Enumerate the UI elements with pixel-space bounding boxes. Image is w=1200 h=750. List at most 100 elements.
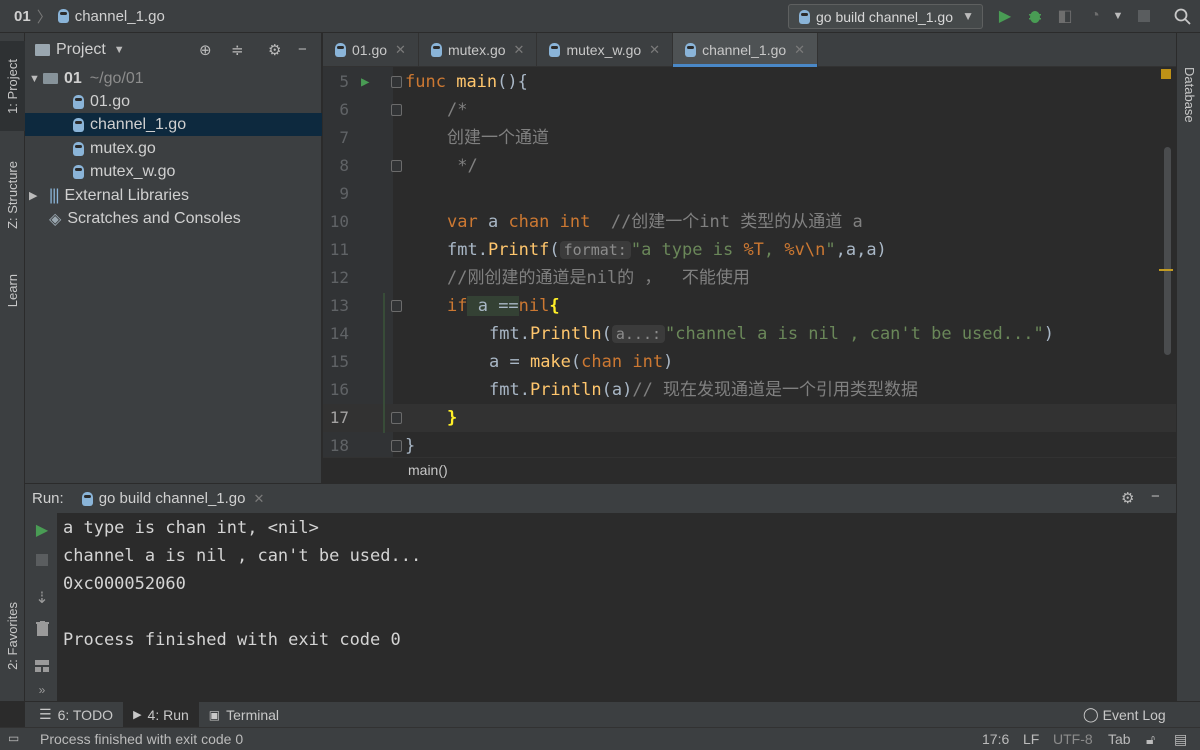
line-separator[interactable]: LF — [1023, 731, 1039, 747]
close-icon[interactable]: ✕ — [794, 42, 805, 58]
code-line: 6 /* — [323, 96, 1176, 124]
database-tool-tab-label: Database — [1182, 67, 1197, 123]
event-log-button[interactable]: ◯ Event Log — [1073, 702, 1176, 728]
caret-position[interactable]: 17:6 — [982, 731, 1009, 747]
indent-setting[interactable]: Tab — [1108, 731, 1131, 747]
database-tool-tab[interactable]: Database — [1177, 55, 1200, 135]
locate-icon[interactable]: ⊕ — [199, 41, 212, 59]
code-text: a = make(chan int) — [489, 352, 674, 372]
stop-icon[interactable] — [33, 551, 51, 569]
line-number: 13 — [329, 296, 349, 315]
breadcrumb: 01 〉 channel_1.go — [0, 6, 165, 27]
breadcrumb-project[interactable]: 01 — [14, 8, 31, 25]
fold-marker-icon[interactable] — [391, 76, 402, 88]
fold-marker-icon[interactable] — [391, 160, 402, 172]
tree-root-folder[interactable]: ▼ 01 ~/go/01 — [25, 67, 322, 90]
console-line: a type is chan int, <nil> — [63, 518, 319, 538]
status-toggle-icon[interactable]: ▭ — [8, 731, 19, 745]
run-toolbar: ▶ ⇣ » — [25, 513, 58, 701]
code-line: 8 */ — [323, 152, 1176, 180]
tree-file-item-selected[interactable]: channel_1.go — [25, 113, 322, 136]
learn-tool-tab[interactable]: Learn — [0, 261, 25, 321]
collapse-all-icon[interactable]: ≑ — [231, 41, 244, 59]
trash-icon[interactable] — [33, 619, 51, 637]
project-tool-tab-label: 1: Project — [5, 58, 20, 114]
warning-marker[interactable] — [1161, 69, 1171, 79]
tree-external-libraries[interactable]: ▶ ||| External Libraries — [25, 184, 322, 207]
file-name: channel_1.go — [90, 115, 187, 133]
close-icon[interactable]: ✕ — [253, 491, 264, 507]
close-icon[interactable]: ✕ — [649, 42, 660, 58]
scratches-label: Scratches and Consoles — [67, 209, 241, 227]
editor-tabs: 01.go ✕ mutex.go ✕ mutex_w.go ✕ channel_… — [323, 33, 1176, 67]
tab-mutex-go[interactable]: mutex.go ✕ — [419, 33, 538, 66]
lock-icon[interactable]: 🔓︎ — [1146, 731, 1155, 748]
tree-file-item[interactable]: 01.go — [25, 90, 322, 113]
coverage-icon[interactable]: ◧ — [1055, 6, 1075, 26]
tree-file-item[interactable]: mutex_w.go — [25, 160, 322, 183]
structure-tool-tab[interactable]: Z: Structure — [0, 145, 25, 245]
run-gutter-icon[interactable]: ▶ — [361, 68, 369, 96]
editor-breadcrumb-bar: main() — [323, 457, 1176, 483]
tab-run[interactable]: ▶ 4: Run — [123, 701, 199, 728]
line-number: 7 — [339, 128, 349, 147]
gear-icon[interactable]: ⚙ — [1121, 489, 1134, 507]
fold-marker-icon[interactable] — [391, 300, 402, 312]
tab-mutex-w-go[interactable]: mutex_w.go ✕ — [537, 33, 674, 66]
chevron-down-icon[interactable]: ▼ — [1108, 6, 1128, 26]
fold-marker-icon[interactable] — [391, 412, 402, 424]
stop-icon[interactable] — [1134, 6, 1154, 26]
tab-01-go[interactable]: 01.go ✕ — [323, 33, 419, 66]
minimize-icon[interactable]: − — [298, 41, 307, 58]
search-icon[interactable] — [1172, 6, 1192, 26]
code-line: 11 fmt.Printf(format: "a type is %T, %v\n… — [323, 236, 1176, 264]
code-line: 10 var a chan int //创建一个int 类型的从通道 a — [323, 208, 1176, 236]
scroll-to-end-icon[interactable]: ⇣ — [33, 589, 51, 607]
run-icon[interactable]: ▶ — [995, 6, 1015, 26]
code-line: 18 } — [323, 432, 1176, 460]
fold-marker-icon[interactable] — [391, 440, 402, 452]
layout-icon[interactable] — [33, 657, 51, 675]
gear-icon[interactable]: ⚙ — [268, 41, 281, 59]
console-line: 0xc000052060 — [63, 574, 186, 594]
code-editor[interactable]: 5 ▶ func main(){ 6 /* 7 创建一个通道 8 */ 9 10… — [323, 67, 1176, 483]
line-number: 15 — [329, 352, 349, 371]
project-tool-tab[interactable]: 1: Project — [0, 41, 25, 131]
close-icon[interactable]: ✕ — [514, 42, 525, 58]
code-text: fmt.Println(a)// 现在发现通道是一个引用类型数据 — [489, 380, 919, 400]
more-icon[interactable]: » — [33, 681, 51, 699]
breadcrumb-separator: 〉 — [36, 8, 52, 26]
minimize-icon[interactable]: − — [1151, 488, 1160, 505]
profile-icon[interactable]: ◔ — [1085, 6, 1105, 26]
favorites-tool-tab[interactable]: 2: Favorites — [0, 581, 25, 691]
tab-channel-1-go[interactable]: channel_1.go ✕ — [673, 33, 819, 67]
fold-marker-icon[interactable] — [391, 104, 402, 116]
event-log-label: Event Log — [1102, 706, 1166, 723]
rerun-icon[interactable]: ▶ — [33, 521, 51, 539]
line-number: 11 — [329, 240, 349, 259]
editor-scrollbar[interactable] — [1164, 147, 1171, 355]
tree-scratches[interactable]: ◈ Scratches and Consoles — [25, 207, 322, 230]
tree-file-item[interactable]: mutex.go — [25, 137, 322, 160]
console-scrollbar[interactable] — [1160, 513, 1176, 701]
breadcrumb-file[interactable]: channel_1.go — [75, 8, 165, 25]
tab-todo[interactable]: ☰ 6: TODO — [29, 702, 123, 728]
debug-icon[interactable] — [1025, 6, 1045, 26]
code-line-current: 17 } — [323, 404, 1176, 432]
console-line: Process finished with exit code 0 — [63, 630, 401, 650]
code-text: if a ==nil{ — [447, 296, 560, 316]
chevron-down-icon[interactable]: ▼ — [114, 44, 125, 56]
file-encoding[interactable]: UTF-8 — [1053, 731, 1093, 747]
run-tab[interactable]: go build channel_1.go ✕ — [81, 490, 264, 507]
run-configuration-select[interactable]: go build channel_1.go ▼ — [788, 4, 983, 29]
function-context[interactable]: main() — [408, 462, 448, 478]
close-icon[interactable]: ✕ — [395, 42, 406, 58]
error-stripe-marker[interactable] — [1159, 269, 1173, 271]
run-tab-label: 4: Run — [147, 706, 189, 723]
project-panel-title[interactable]: Project — [56, 41, 106, 59]
tab-terminal[interactable]: ▣ Terminal — [199, 702, 289, 728]
todo-tab-label: 6: TODO — [57, 706, 114, 723]
chevron-right-icon: ▶ — [29, 190, 38, 202]
line-number: 9 — [339, 184, 349, 203]
memory-indicator-icon[interactable]: ▤ — [1174, 731, 1187, 748]
